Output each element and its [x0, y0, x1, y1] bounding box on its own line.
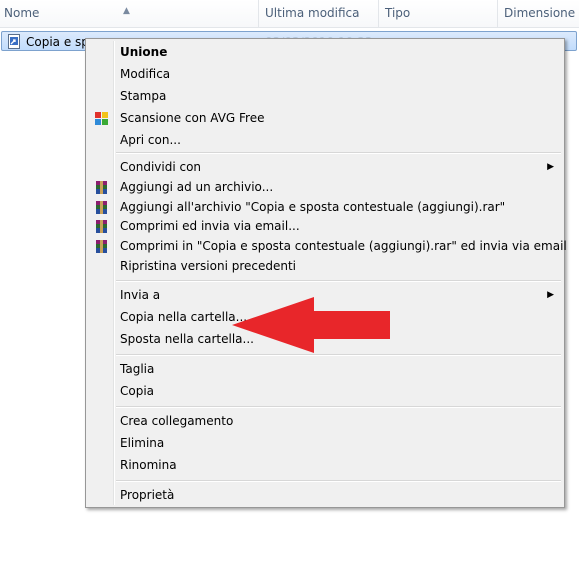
sort-ascending-icon: ▲ [123, 6, 130, 16]
menu-item-label: Comprimi in "Copia e sposta contestuale … [120, 239, 567, 254]
shortcut-file-icon [8, 34, 20, 49]
red-arrow-annotation [232, 297, 390, 353]
column-name-header[interactable]: Nome ▲ [0, 0, 259, 27]
menu-item-crea-collegamento[interactable]: Crea collegamento [88, 411, 562, 432]
menu-item-label: Stampa [120, 89, 167, 103]
winrar-icon [96, 240, 107, 254]
menu-item-label: Modifica [120, 67, 171, 81]
submenu-arrow-icon: ▶ [547, 290, 554, 300]
avg-icon [95, 112, 108, 125]
menu-item-label: Rinomina [120, 458, 177, 472]
column-size-header[interactable]: Dimensione [498, 0, 579, 27]
column-type-label: Tipo [385, 6, 411, 20]
menu-item-label: Ripristina versioni precedenti [120, 259, 297, 273]
menu-item-aggiungi-ad-un-archivio[interactable]: Aggiungi ad un archivio... [88, 177, 562, 198]
menu-item-modifica[interactable]: Modifica [88, 64, 562, 85]
menu-item-label: Invia a [120, 288, 161, 302]
winrar-icon [96, 180, 107, 194]
menu-item-label: Elimina [120, 436, 165, 450]
menu-separator [116, 280, 561, 282]
menu-separator [116, 480, 561, 482]
menu-item-label: Condividi con [120, 160, 202, 174]
winrar-icon [96, 220, 107, 234]
menu-item-label: Taglia [120, 362, 155, 376]
column-modified-header[interactable]: Ultima modifica [259, 0, 379, 27]
menu-item-label: Copia [120, 384, 155, 398]
menu-item-comprimi-ed-invia-via-email[interactable]: Comprimi ed invia via email... [88, 216, 562, 237]
menu-item-elimina[interactable]: Elimina [88, 433, 562, 454]
column-type-header[interactable]: Tipo [379, 0, 498, 27]
menu-item-scansione-con-avg-free[interactable]: Scansione con AVG Free [88, 108, 562, 129]
menu-item-label: Copia nella cartella... [120, 310, 248, 324]
column-name-label: Nome [4, 6, 40, 20]
menu-item-label: Proprietà [120, 488, 175, 502]
menu-item-label: Apri con... [120, 133, 181, 147]
menu-item-aggiungi-all-archivio-copia-e-sposta-con[interactable]: Aggiungi all'archivio "Copia e sposta co… [88, 197, 562, 218]
column-modified-label: Ultima modifica [265, 6, 360, 20]
menu-item-comprimi-in-copia-e-sposta-contestuale-a[interactable]: Comprimi in "Copia e sposta contestuale … [88, 236, 567, 257]
menu-separator [116, 152, 561, 154]
menu-item-copia[interactable]: Copia [88, 381, 562, 402]
column-header: Nome ▲ Ultima modifica Tipo Dimensione [0, 0, 579, 28]
menu-item-rinomina[interactable]: Rinomina [88, 455, 562, 476]
context-menu: Unione Modifica Stampa Scansione con AVG Fr… [85, 38, 567, 508]
menu-item-label: Unione [120, 45, 168, 59]
menu-item-label: Comprimi ed invia via email... [120, 219, 300, 234]
menu-item-label: Aggiungi all'archivio "Copia e sposta co… [120, 199, 506, 214]
menu-item-label: Scansione con AVG Free [120, 111, 265, 125]
menu-item-taglia[interactable]: Taglia [88, 359, 562, 380]
column-size-label: Dimensione [504, 6, 576, 20]
winrar-icon [96, 200, 107, 214]
menu-item-condividi-con[interactable]: Condividi con ▶ [88, 157, 562, 178]
menu-separator [116, 406, 561, 408]
menu-item-stampa[interactable]: Stampa [88, 86, 562, 107]
menu-item-apri-con[interactable]: Apri con... [88, 130, 562, 151]
menu-item-unione[interactable]: Unione [88, 42, 562, 63]
menu-item-label: Aggiungi ad un archivio... [120, 179, 274, 194]
submenu-arrow-icon: ▶ [547, 162, 554, 172]
menu-item-proprietà[interactable]: Proprietà [88, 485, 562, 506]
menu-item-ripristina-versioni-precedenti[interactable]: Ripristina versioni precedenti [88, 256, 562, 277]
menu-item-label: Crea collegamento [120, 414, 234, 428]
